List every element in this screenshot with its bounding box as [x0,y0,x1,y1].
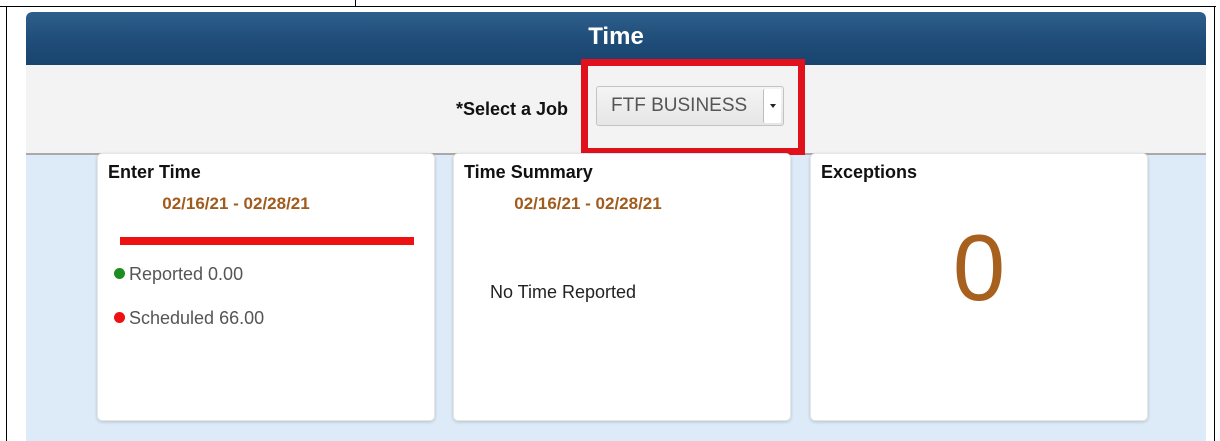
exceptions-count: 0 [952,215,1006,320]
select-job-label: *Select a Job [456,99,569,119]
scheduled-legend: Scheduled 66.00 [114,308,264,329]
reported-label: Reported 0.00 [129,264,244,284]
red-dot-icon [114,312,125,323]
exceptions-tile[interactable]: Exceptions 0 [810,153,1148,421]
enter-time-tile[interactable]: Enter Time 02/16/21 - 02/28/21 Reported … [97,153,435,421]
enter-time-date-range: 02/16/21 - 02/28/21 [162,194,310,213]
time-summary-tile[interactable]: Time Summary 02/16/21 - 02/28/21 No Time… [453,153,791,421]
frame-tick-mark [355,0,356,7]
time-title-bar: Time [26,12,1206,65]
time-summary-date-range: 02/16/21 - 02/28/21 [514,194,662,213]
frame-left-border [6,6,7,441]
scheduled-label: Scheduled 66.00 [129,308,265,328]
reported-progress-bar [120,237,414,245]
green-dot-icon [114,268,125,279]
frame-top-border [0,6,1216,7]
job-highlight-annotation [581,59,805,155]
no-time-reported-message: No Time Reported [490,282,637,302]
time-summary-title: Time Summary [464,162,593,182]
exceptions-title: Exceptions [821,162,918,182]
frame-right-border [1214,6,1215,441]
reported-legend: Reported 0.00 [114,264,243,285]
enter-time-title: Enter Time [108,162,201,182]
